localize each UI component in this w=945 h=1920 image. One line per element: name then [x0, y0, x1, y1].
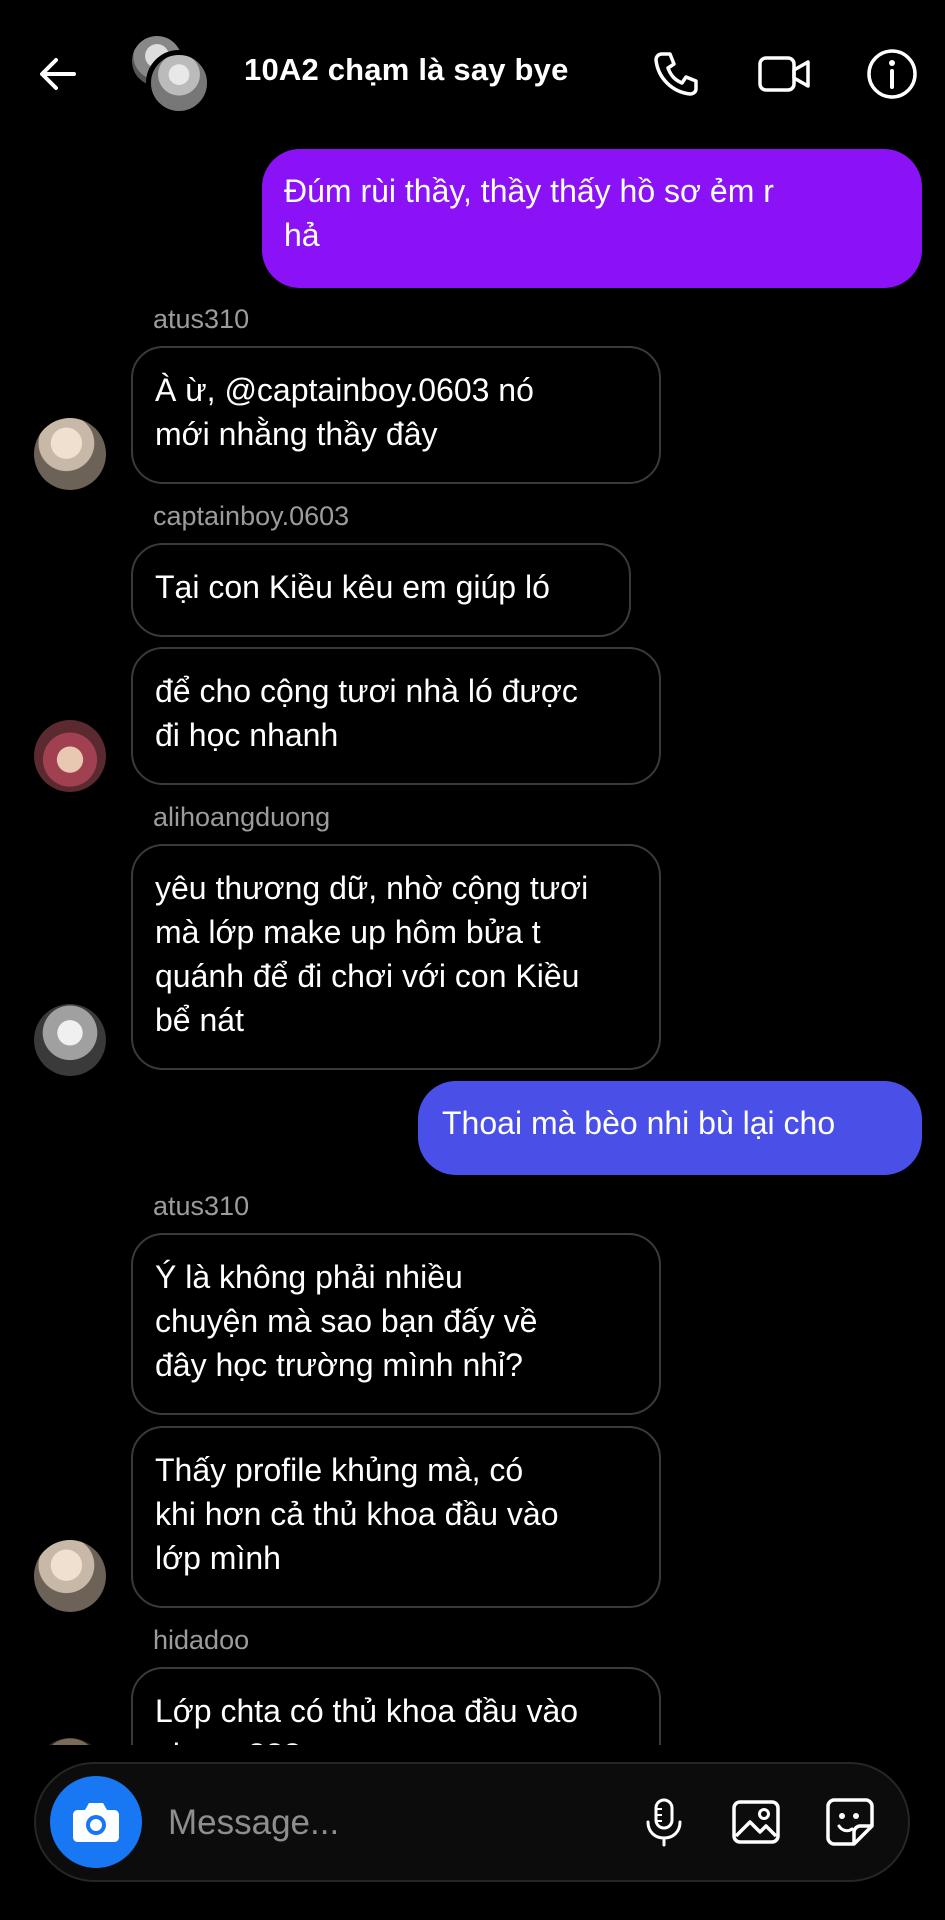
image-icon	[732, 1800, 780, 1844]
message-line: đây học trường mình nhỉ?	[155, 1347, 523, 1383]
sender-name: captainboy.0603	[153, 501, 350, 531]
message-line: Thoai mà bèo nhi bù lại cho	[442, 1105, 836, 1141]
message-line: Đúm rùi thầy, thầy thấy hồ sơ ẻm r	[284, 173, 774, 209]
message-line: quánh để đi chơi với con Kiều	[155, 958, 580, 994]
incoming-message[interactable]: yêu thương dữ, nhờ cộng tươi mà lớp make…	[131, 844, 661, 1070]
message-line: nhưng???	[155, 1733, 637, 1745]
message-line: Ý là không phải nhiều	[155, 1259, 463, 1295]
voice-message-button[interactable]	[636, 1794, 692, 1850]
sticker-button[interactable]	[822, 1794, 878, 1850]
avatar[interactable]	[34, 1540, 106, 1612]
message-line: mà lớp make up hôm bửa t	[155, 914, 541, 950]
info-icon	[867, 49, 917, 99]
sticker-icon	[826, 1798, 874, 1846]
incoming-message[interactable]: Tại con Kiều kêu em giúp ló	[131, 543, 631, 637]
video-call-button[interactable]	[756, 46, 812, 102]
message-line: À ừ, @captainboy.0603 nó	[155, 372, 534, 408]
camera-button[interactable]	[50, 1776, 142, 1868]
sender-name: alihoangduong	[153, 802, 331, 832]
message-input[interactable]	[166, 1792, 630, 1854]
incoming-message[interactable]: Thấy profile khủng mà, có khi hơn cả thủ…	[131, 1426, 661, 1608]
back-button[interactable]	[34, 50, 82, 98]
message-line: để cho cộng tươi nhà ló được	[155, 673, 578, 709]
message-line: Tại con Kiều kêu em giúp ló	[155, 569, 550, 605]
arrow-left-icon	[40, 58, 76, 90]
message-line: Thấy profile khủng mà, có	[155, 1452, 524, 1488]
gallery-button[interactable]	[728, 1794, 784, 1850]
microphone-icon	[646, 1798, 682, 1847]
message-composer	[34, 1762, 910, 1882]
info-button[interactable]	[864, 46, 920, 102]
sender-name: atus310	[153, 304, 250, 334]
sender-name: hidadoo	[153, 1625, 250, 1655]
message-line: hả	[284, 217, 320, 253]
chat-header: 10A2 chạm là say bye	[0, 0, 945, 150]
avatar[interactable]	[34, 418, 106, 490]
video-camera-icon	[758, 56, 810, 92]
avatar[interactable]	[34, 1004, 106, 1076]
avatar[interactable]	[34, 1738, 106, 1745]
group-avatar-front	[146, 50, 212, 116]
message-line: bể nát	[155, 1002, 244, 1038]
message-line: Lớp chta có thủ khoa đầu vào	[155, 1693, 579, 1729]
avatar[interactable]	[34, 720, 106, 792]
message-line: chuyện mà sao bạn đấy về	[155, 1303, 538, 1339]
incoming-message[interactable]: Lớp chta có thủ khoa đầu vào nhưng???	[131, 1667, 661, 1745]
message-line: yêu thương dữ, nhờ cộng tươi	[155, 870, 589, 906]
phone-icon	[654, 52, 698, 96]
outgoing-message[interactable]: Đúm rùi thầy, thầy thấy hồ sơ ẻm r hả	[262, 149, 922, 288]
message-line: đi học nhanh	[155, 717, 339, 753]
message-line: khi hơn cả thủ khoa đầu vào	[155, 1496, 559, 1532]
message-line: lớp mình	[155, 1540, 281, 1576]
message-line: mới nhằng thầy đây	[155, 416, 438, 452]
incoming-message[interactable]: Ý là không phải nhiều chuyện mà sao bạn …	[131, 1233, 661, 1415]
outgoing-message[interactable]: Thoai mà bèo nhi bù lại cho	[418, 1081, 922, 1175]
sender-name: atus310	[153, 1191, 250, 1221]
chat-title[interactable]: 10A2 chạm là say bye	[244, 52, 569, 88]
message-list[interactable]: Đúm rùi thầy, thầy thấy hồ sơ ẻm r hả at…	[0, 140, 945, 1745]
incoming-message[interactable]: À ừ, @captainboy.0603 nó mới nhằng thầy …	[131, 346, 661, 484]
group-avatar[interactable]	[132, 36, 212, 116]
camera-icon	[73, 1803, 119, 1842]
call-button[interactable]	[648, 46, 704, 102]
incoming-message[interactable]: để cho cộng tươi nhà ló được đi học nhan…	[131, 647, 661, 785]
